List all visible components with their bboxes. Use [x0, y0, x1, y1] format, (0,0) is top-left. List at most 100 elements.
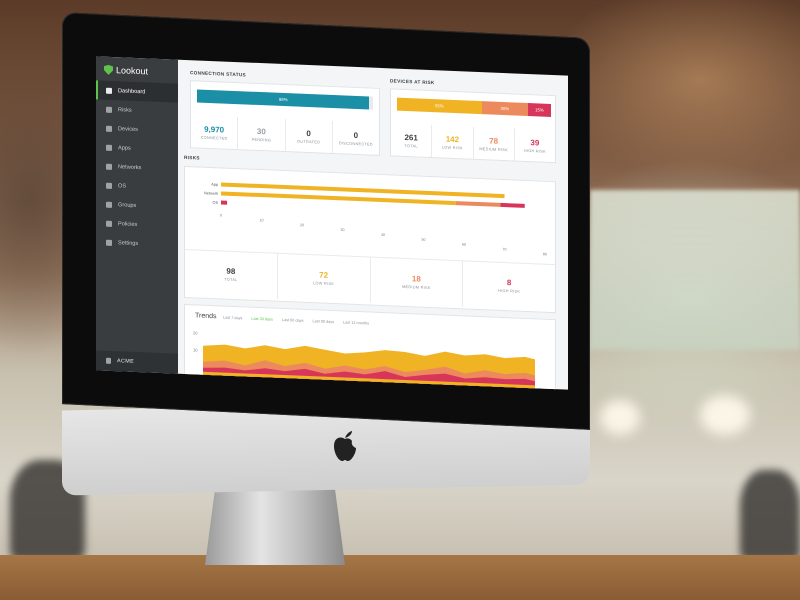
sidebar-item-label: Risks	[118, 106, 132, 114]
sidebar-item-label: Dashboard	[118, 87, 146, 95]
stat-value: 0	[353, 130, 359, 140]
sidebar-item-label: Policies	[118, 220, 138, 228]
stat-total[interactable]: 98 TOTAL	[185, 249, 278, 299]
connection-progress-bar: 98%	[197, 89, 373, 110]
stat-pending[interactable]: 30 PENDING	[238, 117, 286, 152]
stat-low-risk[interactable]: 142 LOW RISK	[432, 125, 474, 159]
warning-icon	[106, 106, 112, 113]
device-icon	[106, 125, 112, 132]
stat-disconnected[interactable]: 0 DISCONNECTED	[333, 121, 379, 155]
stat-label: CONNECTED	[200, 135, 228, 141]
stat-total[interactable]: 261 TOTAL	[391, 123, 433, 158]
stat-label: HIGH RISK	[523, 148, 546, 154]
os-icon	[106, 182, 112, 189]
sidebar-item-label: OS	[118, 182, 127, 190]
apple-logo-icon	[334, 431, 356, 461]
desk	[0, 555, 800, 600]
stat-value: 9,970	[204, 124, 225, 135]
wifi-icon	[106, 163, 112, 170]
stat-value: 30	[256, 126, 266, 136]
stat-label: TOTAL	[404, 143, 418, 149]
sidebar: Lookout Dashboard Risks Devices Apps Network…	[96, 56, 178, 374]
risk-segment[interactable]: 55%	[397, 97, 482, 115]
stat-value: 98	[226, 266, 236, 277]
policy-icon	[106, 220, 112, 227]
stat-value: 261	[404, 132, 418, 143]
main-content: CONNECTION STATUS 98% 9,970 CONNECTED 30 PE…	[178, 60, 568, 390]
stat-label: PENDING	[251, 137, 272, 142]
risk-segment[interactable]: 30%	[481, 101, 528, 117]
risk-bar-medium[interactable]	[455, 201, 501, 207]
stat-label: LOW RISK	[441, 145, 463, 150]
sidebar-nav: Dashboard Risks Devices Apps Networks OS Group…	[96, 80, 178, 254]
account-name: ACME	[117, 358, 135, 365]
risk-axis-tick: 0	[220, 213, 222, 217]
sidebar-item-label: Groups	[118, 201, 137, 209]
risk-row-label: App	[211, 183, 218, 187]
stat-value: 0	[306, 128, 311, 138]
risk-segment[interactable]: 15%	[527, 103, 551, 117]
risk-axis-tick: 50	[422, 238, 426, 242]
shield-icon	[104, 65, 113, 75]
sidebar-item-settings[interactable]: Settings	[96, 232, 178, 254]
stat-high-risk[interactable]: 8 HIGH RISK	[463, 261, 555, 310]
risks-title: RISKS	[184, 154, 200, 161]
brand-logo[interactable]: Lookout	[104, 63, 148, 79]
apps-grid-icon	[106, 144, 112, 151]
sidebar-item-label: Settings	[118, 239, 139, 247]
devices-at-risk-card: 55% 30% 15% 261 TOTAL 142 LOW RISK 78 MEDIUM RI…	[390, 88, 556, 164]
stat-label: TOTAL	[224, 277, 238, 283]
risk-axis-tick: 70	[503, 247, 507, 251]
stat-label: MEDIUM RISK	[479, 146, 508, 152]
stat-medium-risk[interactable]: 18 MEDIUM RISK	[370, 257, 464, 307]
stat-high-risk[interactable]: 39 HIGH RISK	[515, 128, 555, 162]
devices-at-risk-bar: 55% 30% 15%	[397, 97, 551, 117]
background-lamp	[600, 400, 640, 435]
stat-label: OUTDATED	[297, 139, 321, 145]
dashboard-icon	[106, 87, 112, 94]
risk-axis-tick: 60	[462, 243, 466, 247]
devices-at-risk-title: DEVICES AT RISK	[390, 78, 435, 86]
stat-value: 142	[445, 134, 460, 144]
account-switcher[interactable]: ACME	[96, 350, 178, 374]
stat-outdated[interactable]: 0 OUTDATED	[285, 119, 333, 154]
stat-low-risk[interactable]: 72 LOW RISK	[277, 253, 371, 303]
background-lamp	[700, 395, 750, 435]
sidebar-item-label: Networks	[118, 163, 142, 171]
risk-row-label: Network	[204, 191, 218, 196]
connection-status-title: CONNECTION STATUS	[190, 70, 246, 78]
devices-at-risk-stats: 261 TOTAL 142 LOW RISK 78 MEDIUM RISK 39 HIGH R…	[391, 123, 555, 162]
sidebar-item-label: Apps	[118, 144, 131, 152]
monitor-stand	[205, 480, 345, 565]
risk-axis-tick: 80	[543, 252, 547, 256]
stat-label: DISCONNECTED	[338, 140, 373, 147]
background-person	[740, 470, 800, 560]
stat-value: 72	[319, 270, 329, 280]
background-window	[590, 190, 800, 350]
risks-card: App Network OS 0 10 20 30 40 50 60 70 80 98 TOTAL 72 L…	[184, 165, 556, 314]
risk-axis-tick: 10	[260, 218, 264, 222]
risk-bar-high[interactable]	[221, 200, 228, 205]
screen: Lookout Dashboard Risks Devices Apps Network…	[96, 56, 568, 390]
risk-bar-high[interactable]	[500, 202, 525, 208]
sidebar-item-label: Devices	[118, 125, 138, 133]
brand-name: Lookout	[116, 65, 149, 77]
stat-value: 8	[506, 278, 512, 288]
stat-label: MEDIUM RISK	[402, 284, 431, 291]
risk-axis-tick: 40	[381, 233, 385, 237]
groups-icon	[106, 201, 112, 208]
stat-value: 39	[530, 137, 540, 148]
risk-axis-tick: 20	[300, 223, 304, 227]
stat-label: HIGH RISK	[498, 288, 521, 294]
gear-icon	[106, 239, 112, 246]
connection-progress-label: 98%	[278, 96, 288, 103]
risks-bar-chart: App Network OS 0 10 20 30 40 50 60 70 80	[204, 182, 547, 256]
risk-axis-tick: 30	[341, 228, 345, 232]
connection-status-card: 98% 9,970 CONNECTED 30 PENDING 0 OUTDATED 0 DIS…	[190, 80, 380, 156]
connection-progress-fill: 98%	[197, 89, 370, 110]
connection-stats: 9,970 CONNECTED 30 PENDING 0 OUTDATED 0 DISCONN…	[191, 115, 379, 155]
stat-connected[interactable]: 9,970 CONNECTED	[191, 115, 239, 150]
stat-medium-risk[interactable]: 78 MEDIUM RISK	[473, 126, 515, 161]
building-icon	[106, 357, 111, 364]
stat-value: 78	[489, 135, 499, 146]
